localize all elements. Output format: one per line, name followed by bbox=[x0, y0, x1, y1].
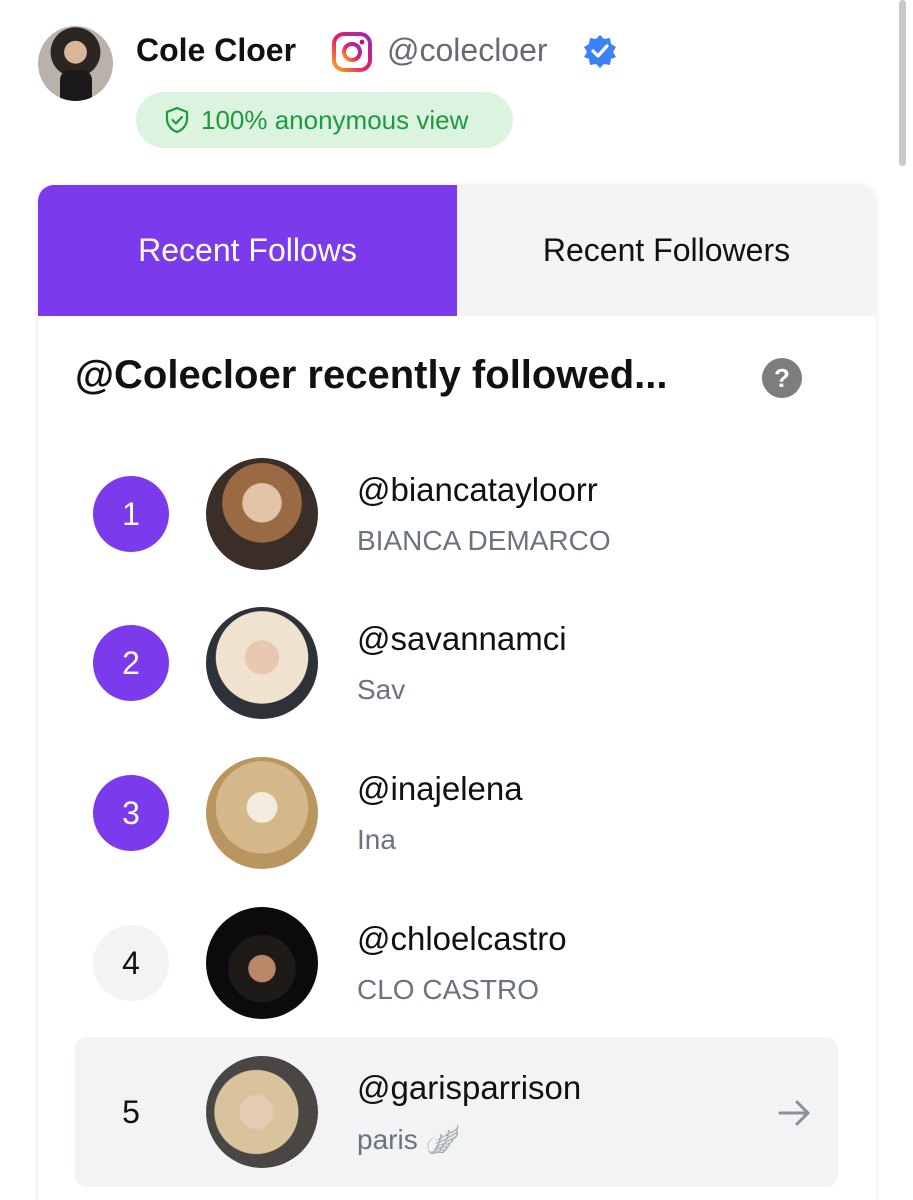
profile-handle[interactable]: @colecloer bbox=[387, 32, 548, 69]
tab-recent-followers[interactable]: Recent Followers bbox=[457, 185, 876, 316]
follows-card: Recent Follows Recent Followers @Coleclo… bbox=[38, 185, 876, 1200]
tab-recent-follows[interactable]: Recent Follows bbox=[38, 185, 457, 316]
list-item[interactable]: 4 @chloelcastro CLO CASTRO bbox=[75, 888, 838, 1038]
list-item[interactable]: 3 @inajelena Ina bbox=[75, 738, 838, 888]
profile-avatar[interactable] bbox=[38, 26, 113, 101]
list-item[interactable]: 1 @biancatayloorr BIANCA DEMARCO bbox=[75, 439, 838, 589]
avatar bbox=[206, 458, 318, 570]
instagram-icon[interactable] bbox=[331, 31, 373, 73]
username: @inajelena bbox=[357, 770, 523, 807]
list-item[interactable]: 5 @garisparrison paris 🪽 bbox=[75, 1037, 838, 1187]
avatar bbox=[206, 1056, 318, 1168]
username: @chloelcastro bbox=[357, 920, 567, 957]
rank-badge: 5 bbox=[122, 1093, 140, 1130]
list-item[interactable]: 2 @savannamci Sav bbox=[75, 588, 838, 738]
username: @biancatayloorr bbox=[357, 471, 598, 508]
shield-check-icon bbox=[165, 106, 189, 134]
avatar bbox=[206, 757, 318, 869]
rank-badge: 1 bbox=[93, 476, 169, 552]
arrow-right-icon[interactable] bbox=[776, 1094, 814, 1132]
tab-bar: Recent Follows Recent Followers bbox=[38, 185, 876, 316]
username: @garisparrison bbox=[357, 1069, 582, 1106]
avatar bbox=[206, 907, 318, 1019]
anonymous-view-label: 100% anonymous view bbox=[201, 104, 469, 135]
scrollbar[interactable] bbox=[899, 0, 906, 166]
display-name: BIANCA DEMARCO bbox=[357, 525, 611, 556]
help-icon[interactable]: ? bbox=[762, 358, 802, 398]
page: Cole Cloer @colecloer 100% anonymous vie… bbox=[0, 0, 913, 1200]
avatar bbox=[206, 607, 318, 719]
display-name: Sav bbox=[357, 674, 406, 705]
display-name: paris 🪽 bbox=[357, 1124, 461, 1155]
anonymous-view-badge: 100% anonymous view bbox=[136, 92, 513, 148]
profile-name: Cole Cloer bbox=[136, 32, 297, 68]
rank-badge: 3 bbox=[93, 775, 169, 851]
verified-badge-icon bbox=[584, 35, 616, 68]
display-name: Ina bbox=[357, 824, 396, 855]
section-title: @Colecloer recently followed... bbox=[75, 353, 668, 397]
rank-badge: 4 bbox=[93, 925, 169, 1001]
display-name: CLO CASTRO bbox=[357, 974, 540, 1005]
username: @savannamci bbox=[357, 620, 567, 657]
rank-badge: 2 bbox=[93, 625, 169, 701]
